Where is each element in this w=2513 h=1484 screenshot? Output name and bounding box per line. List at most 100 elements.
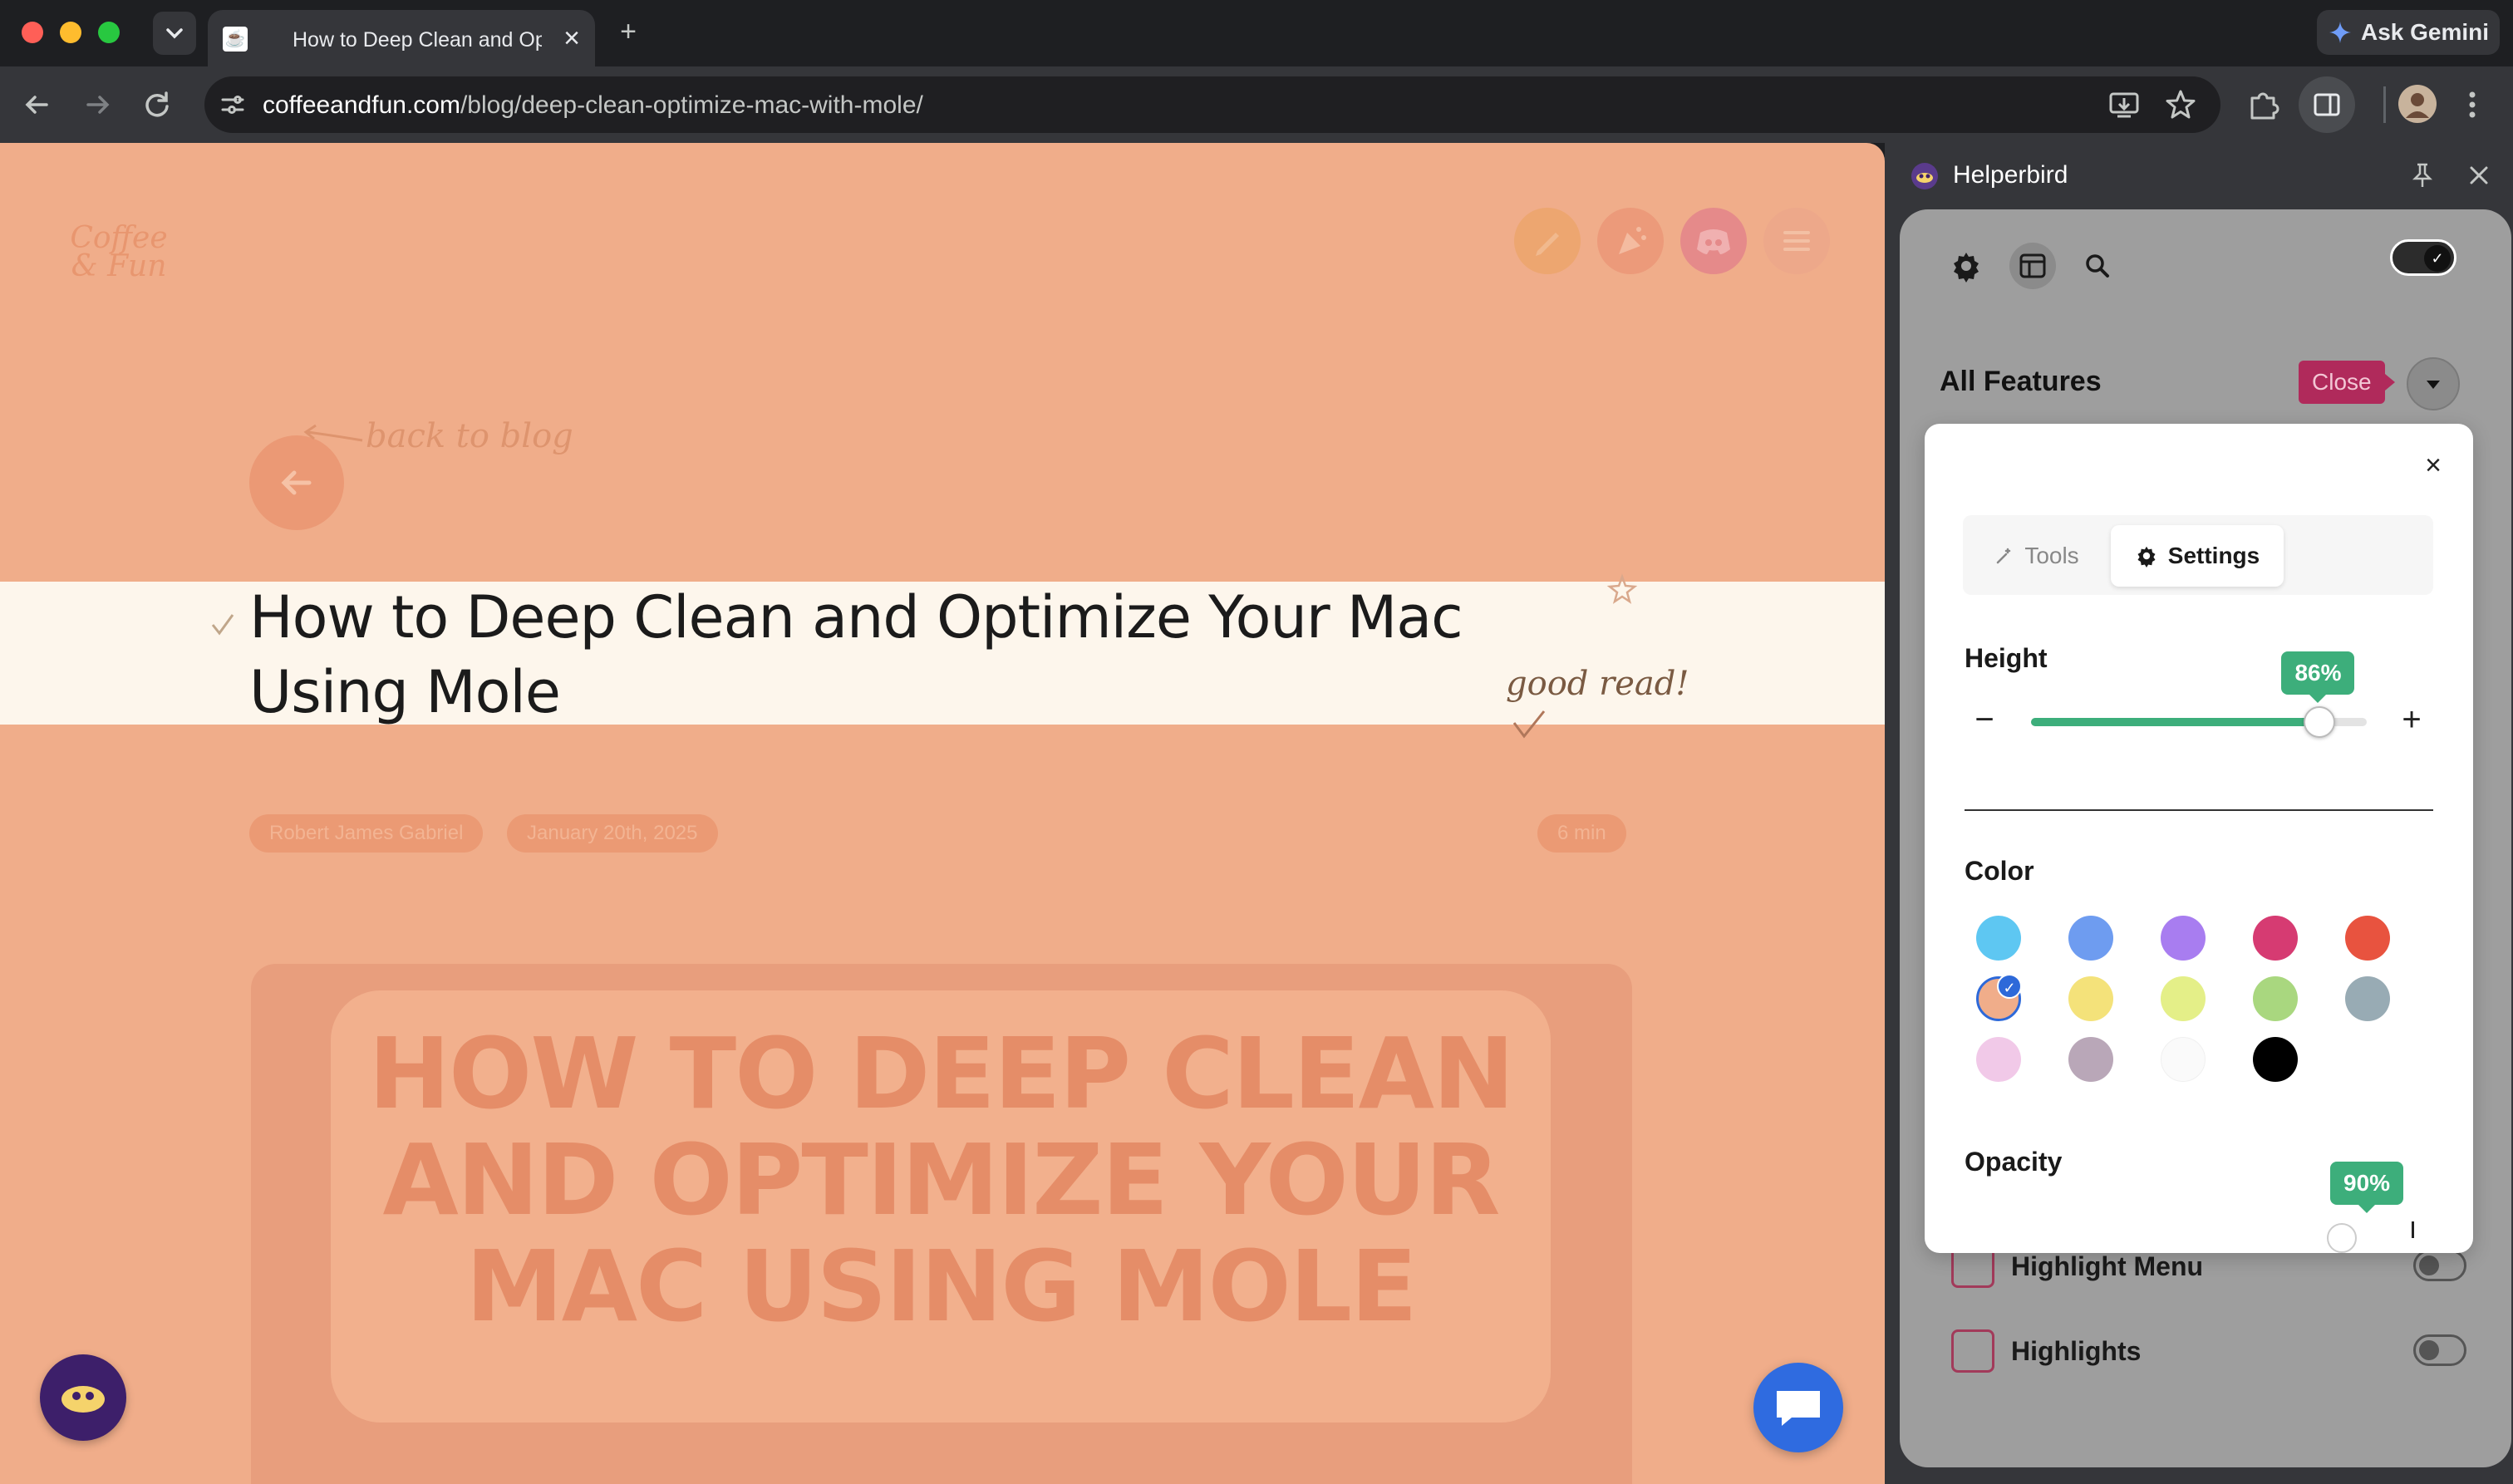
arrow-left-icon: [281, 470, 312, 495]
color-swatch[interactable]: [2253, 976, 2298, 1021]
color-swatch[interactable]: [1976, 916, 2021, 961]
all-features-heading: All Features: [1940, 366, 2102, 397]
site-favicon-icon: ☕: [223, 27, 248, 52]
height-value-badge: 86%: [2281, 651, 2355, 703]
site-info-icon[interactable]: [218, 90, 248, 120]
new-tab-button[interactable]: +: [610, 15, 647, 48]
color-swatch[interactable]: [2253, 1037, 2298, 1082]
color-swatch[interactable]: [2161, 916, 2206, 961]
color-swatch[interactable]: [2068, 976, 2113, 1021]
pin-icon[interactable]: [2408, 161, 2437, 189]
check-icon: ✓: [2424, 245, 2451, 272]
browser-tab[interactable]: ☕ How to Deep Clean and Optimize Your Ma…: [208, 10, 595, 66]
height-increase-button[interactable]: +: [2393, 703, 2430, 740]
settings-button[interactable]: [1943, 243, 1989, 289]
reload-button[interactable]: [140, 88, 176, 121]
good-read-annotation: good read!: [1506, 665, 1689, 703]
hamburger-icon: [1783, 231, 1810, 251]
extensions-button[interactable]: [2245, 86, 2282, 123]
highlight-menu-toggle[interactable]: [2413, 1250, 2466, 1281]
opacity-value-badge: 90%: [2330, 1162, 2404, 1213]
caret-down-icon: [2427, 381, 2440, 389]
color-swatch[interactable]: [1976, 1037, 2021, 1082]
tab-tools-label: Tools: [2024, 543, 2079, 568]
party-nav-button[interactable]: [1597, 208, 1664, 274]
url-path: /blog/deep-clean-optimize-mac-with-mole/: [460, 91, 923, 119]
discord-icon: [1697, 229, 1730, 254]
bookmark-star-icon[interactable]: [2164, 88, 2197, 121]
helperbird-logo-icon: [1911, 163, 1938, 189]
helperbird-floating-button[interactable]: [40, 1354, 126, 1441]
tab-close-button[interactable]: ×: [563, 22, 580, 55]
opacity-label: Opacity: [1965, 1147, 2063, 1177]
author-badge[interactable]: Robert James Gabriel: [249, 814, 484, 853]
color-swatch[interactable]: [2253, 916, 2298, 961]
side-panel-button[interactable]: [2299, 76, 2355, 133]
highlighter-pen-icon: [1951, 1329, 1994, 1373]
opacity-increase-button[interactable]: [2412, 1221, 2414, 1238]
browser-menu-button[interactable]: [2460, 86, 2485, 123]
minimize-window-button[interactable]: [60, 22, 81, 43]
helperbird-logo-icon: [61, 1386, 105, 1413]
address-bar[interactable]: coffeeandfun.com/blog/deep-clean-optimiz…: [204, 76, 2220, 133]
gemini-sparkle-icon: [2329, 22, 2351, 43]
tab-search-button[interactable]: [153, 12, 196, 55]
back-to-blog-link[interactable]: back to blog: [366, 417, 573, 455]
avatar-icon: [2406, 93, 2429, 118]
arrow-left-icon: [25, 96, 48, 114]
url-text: coffeeandfun.com/blog/deep-clean-optimiz…: [263, 91, 923, 120]
search-button[interactable]: [2074, 243, 2121, 289]
maximize-window-button[interactable]: [98, 22, 120, 43]
chat-bubble-icon: [1777, 1391, 1820, 1426]
check-doodle-icon: [1512, 710, 1546, 739]
site-logo[interactable]: Coffee & Fun: [65, 191, 173, 299]
tab-settings[interactable]: Settings: [2111, 525, 2284, 587]
tab-tools[interactable]: Tools: [1974, 525, 2099, 587]
color-swatch[interactable]: [2161, 976, 2206, 1021]
layout-icon: [2019, 253, 2046, 278]
arrow-right-icon: [86, 96, 110, 114]
feature-label: Highlights: [2011, 1336, 2142, 1366]
highlights-toggle[interactable]: [2413, 1334, 2466, 1366]
ask-gemini-button[interactable]: Ask Gemini: [2317, 10, 2500, 55]
color-swatch[interactable]: ✓: [1976, 974, 2022, 1021]
opacity-slider-thumb[interactable]: [2327, 1223, 2357, 1253]
color-swatch[interactable]: [2068, 1037, 2113, 1082]
helperbird-enable-toggle[interactable]: ✓: [2390, 239, 2456, 276]
check-doodle-icon: [211, 614, 234, 636]
side-panel-header: Helperbird: [1885, 143, 2513, 208]
date-badge: January 20th, 2025: [507, 814, 718, 853]
color-swatch[interactable]: [2345, 916, 2390, 961]
install-app-icon[interactable]: [2107, 90, 2141, 120]
discord-nav-button[interactable]: [1680, 208, 1747, 274]
color-swatch[interactable]: [2161, 1037, 2206, 1082]
pencil-nav-button[interactable]: [1514, 208, 1581, 274]
feature-row-highlights[interactable]: Highlights: [1951, 1324, 2466, 1378]
reload-icon: [145, 91, 169, 117]
color-swatch[interactable]: [2068, 916, 2113, 961]
section-divider: [1965, 809, 2433, 811]
close-window-button[interactable]: [22, 22, 43, 43]
ask-gemini-label: Ask Gemini: [2360, 19, 2490, 45]
back-to-blog-button[interactable]: [249, 435, 344, 530]
height-label: Height: [1965, 643, 2048, 673]
popup-close-button[interactable]: ×: [2415, 447, 2452, 484]
profile-avatar[interactable]: [2398, 85, 2437, 123]
opacity-section: Opacity 90%: [1925, 1147, 2473, 1253]
layout-button[interactable]: [2009, 243, 2056, 289]
chat-widget-button[interactable]: [1753, 1363, 1843, 1452]
forward-nav-button[interactable]: [80, 88, 116, 121]
color-swatch[interactable]: [2345, 976, 2390, 1021]
article-title: How to Deep Clean and Optimize Your Mac …: [249, 583, 1463, 726]
features-dropdown-button[interactable]: [2407, 357, 2460, 410]
close-side-panel-icon[interactable]: [2465, 161, 2493, 189]
height-decrease-button[interactable]: −: [1966, 703, 2003, 740]
back-nav-button[interactable]: [18, 88, 55, 121]
pencil-icon: [1536, 233, 1559, 256]
menu-nav-button[interactable]: [1763, 208, 1830, 274]
side-panel-icon: [2314, 93, 2340, 116]
tab-settings-label: Settings: [2167, 543, 2260, 568]
party-popper-icon: [1619, 227, 1646, 254]
close-tooltip: Close: [2299, 361, 2395, 404]
toggle-knob: [2419, 1256, 2439, 1275]
